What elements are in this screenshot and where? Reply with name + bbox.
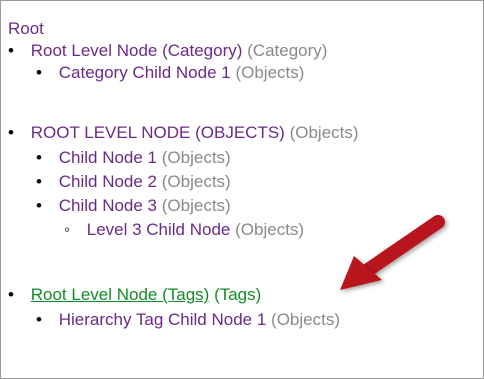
tree-node-hierarchy-tag-child: Hierarchy Tag Child Node 1 (Objects) bbox=[36, 309, 340, 331]
bullet-circle-icon bbox=[64, 219, 82, 241]
node-type-label: (Objects) bbox=[271, 310, 341, 329]
node-type-label: (Objects) bbox=[161, 148, 231, 167]
tree-node-link[interactable]: Child Node 3 bbox=[59, 196, 157, 215]
node-type-label: (Category) bbox=[247, 41, 328, 60]
bullet-dot-icon bbox=[36, 147, 54, 169]
tree-node-link[interactable]: ROOT LEVEL NODE (OBJECTS) bbox=[31, 123, 285, 142]
tree-node-root-category: Root Level Node (Category) (Category) bbox=[8, 40, 328, 62]
tree-node-root-objects: ROOT LEVEL NODE (OBJECTS) (Objects) bbox=[8, 122, 359, 144]
tree-node-child-1: Child Node 1 (Objects) bbox=[36, 147, 231, 169]
bullet-dot-icon bbox=[8, 122, 26, 144]
bullet-dot-icon bbox=[36, 195, 54, 217]
node-type-label: (Tags) bbox=[214, 285, 262, 304]
tree-node-link[interactable]: Child Node 2 bbox=[59, 172, 157, 191]
tree-node-link[interactable]: Root Level Node (Category) bbox=[31, 41, 243, 60]
tree-node-category-child: Category Child Node 1 (Objects) bbox=[36, 62, 305, 84]
tree-node-root-tags: Root Level Node (Tags) (Tags) bbox=[8, 284, 262, 306]
node-type-label: (Objects) bbox=[161, 196, 231, 215]
node-type-label: (Objects) bbox=[161, 172, 231, 191]
bullet-dot-icon bbox=[36, 309, 54, 331]
tree-node-link[interactable]: Category Child Node 1 bbox=[59, 63, 231, 82]
tree-panel: Root Root Level Node (Category) (Categor… bbox=[0, 0, 484, 379]
bullet-dot-icon bbox=[8, 40, 26, 62]
tree-root-label: Root bbox=[8, 19, 44, 38]
bullet-dot-icon bbox=[8, 284, 26, 306]
node-type-label: (Objects) bbox=[235, 220, 305, 239]
bullet-dot-icon bbox=[36, 62, 54, 84]
node-type-label: (Objects) bbox=[289, 123, 359, 142]
tree-node-child-2: Child Node 2 (Objects) bbox=[36, 171, 231, 193]
tree-node-link[interactable]: Child Node 1 bbox=[59, 148, 157, 167]
tree-node-link-active[interactable]: Root Level Node (Tags) bbox=[31, 285, 210, 304]
tree-node-child-3: Child Node 3 (Objects) bbox=[36, 195, 231, 217]
tree-node-link[interactable]: Level 3 Child Node bbox=[87, 220, 231, 239]
node-type-label: (Objects) bbox=[235, 63, 305, 82]
tree-node-level-3-child: Level 3 Child Node (Objects) bbox=[64, 219, 304, 241]
bullet-dot-icon bbox=[36, 171, 54, 193]
tree-node-link[interactable]: Hierarchy Tag Child Node 1 bbox=[59, 310, 267, 329]
